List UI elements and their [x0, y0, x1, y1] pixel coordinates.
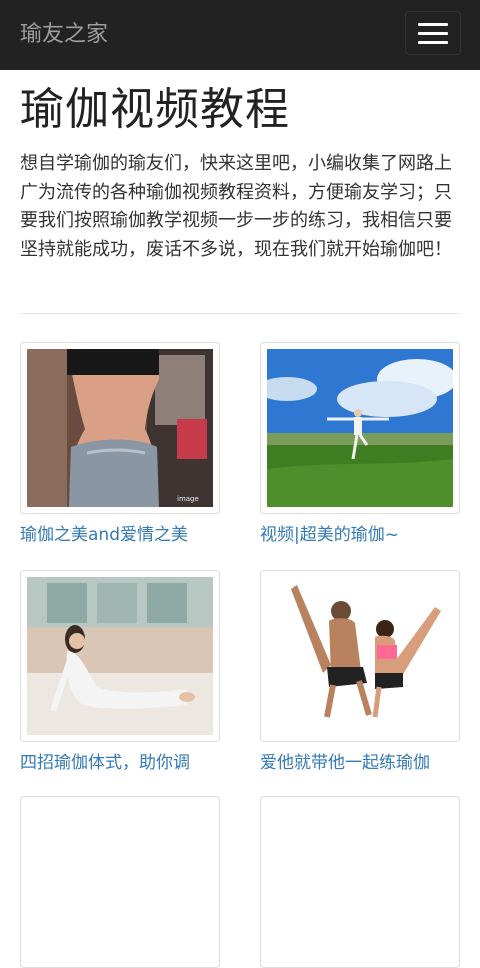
article-title-link[interactable]: 视频|超美的瑜伽~	[260, 523, 460, 547]
article-card: 视频|超美的瑜伽~	[260, 342, 460, 547]
article-thumbnail-link[interactable]	[260, 796, 460, 968]
article-title-link[interactable]: 爱他就带他一起练瑜伽	[260, 751, 460, 775]
svg-text:image: image	[177, 495, 199, 503]
article-card: image 瑜伽之美and爱情之美	[20, 342, 220, 547]
hamburger-menu-icon	[418, 31, 448, 35]
cobra-pose-image	[27, 577, 213, 735]
meadow-yoga-image	[267, 349, 453, 507]
hamburger-menu-icon	[418, 22, 448, 26]
article-card: 四招瑜伽体式，助你调	[20, 570, 220, 775]
article-card: 爱他就带他一起练瑜伽	[260, 570, 460, 775]
article-thumbnail-link[interactable]	[260, 342, 460, 514]
article-card	[260, 796, 460, 968]
article-thumbnail-link[interactable]	[260, 570, 460, 742]
article-card	[20, 796, 220, 968]
article-title-link[interactable]: 瑜伽之美and爱情之美	[20, 523, 220, 547]
waist-photo-image: image	[27, 349, 213, 507]
divider	[20, 313, 460, 314]
brand-link[interactable]: 瑜友之家	[20, 18, 108, 52]
article-thumbnail-link[interactable]	[20, 796, 220, 968]
couple-yoga-image	[267, 577, 453, 735]
menu-toggle-button[interactable]	[405, 11, 461, 55]
article-thumbnail-link[interactable]	[20, 570, 220, 742]
navbar: 瑜友之家	[0, 0, 480, 70]
intro-paragraph: 想自学瑜伽的瑜友们，快来这里吧，小编收集了网路上广为流传的各种瑜伽视频教程资料，…	[20, 153, 452, 260]
page-title: 瑜伽视频教程	[20, 84, 290, 135]
article-thumbnail-link[interactable]: image	[20, 342, 220, 514]
hamburger-menu-icon	[418, 40, 448, 44]
article-title-link[interactable]: 四招瑜伽体式，助你调	[20, 751, 220, 775]
